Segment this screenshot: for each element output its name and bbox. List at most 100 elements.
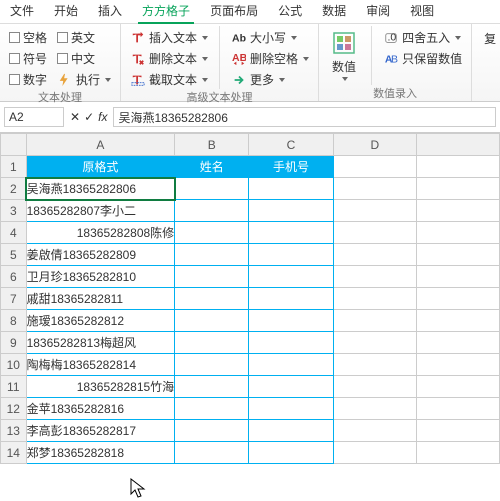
btn-del-space[interactable]: AB删除空格	[228, 49, 312, 68]
cell[interactable]	[249, 398, 333, 420]
row-header[interactable]: 13	[1, 420, 27, 442]
cell[interactable]	[333, 398, 416, 420]
cell[interactable]: 陶梅梅18365282814	[26, 354, 175, 376]
cell[interactable]	[175, 222, 249, 244]
row-header[interactable]: 10	[1, 354, 27, 376]
row-header[interactable]: 6	[1, 266, 27, 288]
cell[interactable]: 手机号	[249, 156, 333, 178]
cell[interactable]	[249, 244, 333, 266]
btn-case[interactable]: Ab大小写	[228, 28, 312, 47]
cell[interactable]: 金苹18365282816	[26, 398, 175, 420]
btn-delete-text[interactable]: 删除文本	[127, 49, 211, 68]
btn-overflow[interactable]: 复	[478, 26, 500, 51]
cell[interactable]: 郑梦18365282818	[26, 442, 175, 464]
cell[interactable]	[333, 288, 416, 310]
cancel-icon[interactable]: ✕	[70, 110, 80, 124]
cell[interactable]	[249, 442, 333, 464]
cell[interactable]	[333, 420, 416, 442]
cell[interactable]	[175, 442, 249, 464]
cell[interactable]: 卫月珍18365282810	[26, 266, 175, 288]
cell[interactable]	[175, 420, 249, 442]
cell[interactable]	[333, 244, 416, 266]
select-all-corner[interactable]	[1, 134, 27, 156]
cell[interactable]: 18365282807李小二	[26, 200, 175, 222]
btn-insert-text[interactable]: 插入文本	[127, 28, 211, 47]
cell[interactable]	[175, 178, 249, 200]
cell[interactable]	[249, 420, 333, 442]
btn-round[interactable]: .0四舍五入	[380, 28, 465, 47]
cell[interactable]	[416, 200, 499, 222]
cell[interactable]	[333, 222, 416, 244]
cell[interactable]	[175, 288, 249, 310]
cell[interactable]	[416, 354, 499, 376]
cell[interactable]	[333, 266, 416, 288]
col-header[interactable]: A	[26, 134, 175, 156]
tab-ffgz[interactable]: 方方格子	[132, 0, 200, 23]
row-header[interactable]: 8	[1, 310, 27, 332]
cell[interactable]	[416, 222, 499, 244]
cell[interactable]	[175, 398, 249, 420]
row-header[interactable]: 11	[1, 376, 27, 398]
cell[interactable]	[416, 332, 499, 354]
tab-layout[interactable]: 页面布局	[200, 0, 268, 23]
cell[interactable]	[416, 244, 499, 266]
cell[interactable]	[175, 310, 249, 332]
cell[interactable]	[416, 178, 499, 200]
cell[interactable]	[249, 266, 333, 288]
row-header[interactable]: 3	[1, 200, 27, 222]
name-box[interactable]: A2	[4, 107, 64, 127]
cell[interactable]	[333, 310, 416, 332]
cell[interactable]	[175, 266, 249, 288]
cell[interactable]: 姓名	[175, 156, 249, 178]
cell[interactable]	[416, 288, 499, 310]
cell[interactable]: 戚甜18365282811	[26, 288, 175, 310]
cell[interactable]	[249, 288, 333, 310]
cell[interactable]	[333, 354, 416, 376]
cell[interactable]	[249, 332, 333, 354]
tab-formula[interactable]: 公式	[268, 0, 312, 23]
cell[interactable]	[175, 376, 249, 398]
cell[interactable]	[333, 332, 416, 354]
row-header[interactable]: 4	[1, 222, 27, 244]
col-header[interactable]	[416, 134, 499, 156]
cell-selected[interactable]: 吴海燕18365282806	[26, 178, 175, 200]
cell[interactable]: 原格式	[26, 156, 175, 178]
btn-execute[interactable]: 执行	[54, 70, 114, 89]
row-header[interactable]: 2	[1, 178, 27, 200]
btn-cut-text[interactable]: 截取文本	[127, 70, 211, 89]
btn-keep-value[interactable]: ABC只保留数值	[380, 49, 465, 68]
spreadsheet[interactable]: A B C D 1原格式姓名手机号 2吴海燕18365282806 318365…	[0, 133, 500, 464]
col-header[interactable]: D	[333, 134, 416, 156]
chk-english[interactable]: 英文	[54, 28, 114, 47]
tab-home[interactable]: 开始	[44, 0, 88, 23]
cell[interactable]	[416, 310, 499, 332]
formula-input[interactable]: 吴海燕18365282806	[113, 107, 496, 127]
cell[interactable]	[249, 222, 333, 244]
cell[interactable]: 施瑷18365282812	[26, 310, 175, 332]
cell[interactable]: 18365282815竹海	[26, 376, 175, 398]
btn-more[interactable]: 更多	[228, 70, 312, 89]
row-header[interactable]: 9	[1, 332, 27, 354]
tab-insert[interactable]: 插入	[88, 0, 132, 23]
row-header[interactable]: 5	[1, 244, 27, 266]
cell[interactable]: 李高彭18365282817	[26, 420, 175, 442]
cell[interactable]	[249, 200, 333, 222]
row-header[interactable]: 7	[1, 288, 27, 310]
cell[interactable]	[175, 354, 249, 376]
tab-file[interactable]: 文件	[0, 0, 44, 23]
cell[interactable]	[416, 156, 499, 178]
cell[interactable]	[175, 244, 249, 266]
cell[interactable]	[333, 442, 416, 464]
cell[interactable]: 18365282813梅超风	[26, 332, 175, 354]
cell[interactable]	[416, 442, 499, 464]
cell[interactable]: 姜啟倩18365282809	[26, 244, 175, 266]
fx-icon[interactable]: fx	[98, 110, 107, 124]
cell[interactable]: 18365282808陈修	[26, 222, 175, 244]
cell[interactable]	[249, 376, 333, 398]
cell[interactable]	[416, 376, 499, 398]
cell[interactable]	[249, 354, 333, 376]
row-header[interactable]: 1	[1, 156, 27, 178]
cell[interactable]	[333, 200, 416, 222]
col-header[interactable]: C	[249, 134, 333, 156]
cell[interactable]	[416, 420, 499, 442]
